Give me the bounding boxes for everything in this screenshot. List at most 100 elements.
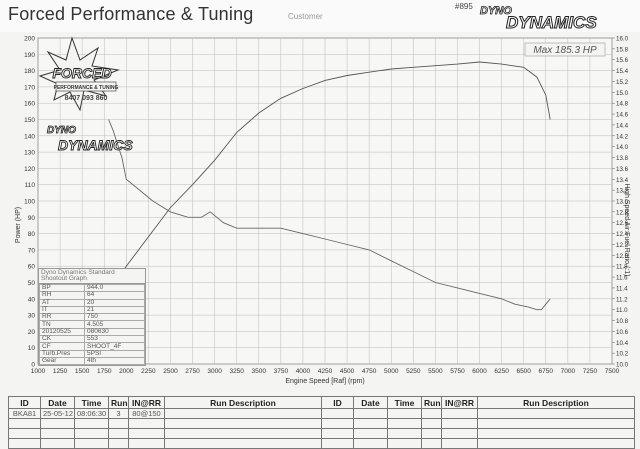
table-cell bbox=[421, 418, 442, 429]
table-cell: 08:06:30 bbox=[74, 408, 109, 419]
table-cell bbox=[353, 438, 388, 449]
report-ref: #895 bbox=[455, 2, 473, 11]
table-cell bbox=[74, 438, 109, 449]
info-row: RR 750 bbox=[39, 313, 145, 322]
table-cell bbox=[321, 408, 354, 419]
table-cell bbox=[108, 428, 129, 439]
table-cell bbox=[421, 408, 442, 419]
x-tick-label: 6750 bbox=[539, 368, 554, 375]
table-cell bbox=[353, 418, 388, 429]
x-tick-label: 1500 bbox=[75, 368, 90, 375]
table-cell bbox=[8, 438, 41, 449]
info-row: RH 64 bbox=[39, 291, 145, 300]
x-tick-label: 4750 bbox=[362, 368, 377, 375]
table-cell bbox=[108, 418, 129, 429]
table-row bbox=[8, 418, 635, 429]
y2-tick-label: 15.8 bbox=[616, 46, 629, 53]
table-cell bbox=[353, 408, 388, 419]
y2-tick-label: 10.2 bbox=[616, 351, 629, 358]
max-power-badge: Max 185.3 HP bbox=[524, 42, 606, 57]
column-header: ID bbox=[321, 396, 354, 409]
y-tick-label: 20 bbox=[28, 329, 36, 336]
table-cell bbox=[477, 428, 635, 439]
column-header: Run bbox=[108, 396, 129, 409]
y2-tick-label: 10.6 bbox=[616, 329, 629, 336]
report-title: Forced Performance & Tuning bbox=[8, 4, 254, 24]
y2-tick-label: 14.0 bbox=[616, 144, 629, 151]
table-cell bbox=[74, 428, 109, 439]
max-power-label: Max 185.3 HP bbox=[533, 45, 597, 56]
column-header: ID bbox=[8, 396, 41, 409]
y-tick-label: 90 bbox=[28, 215, 36, 222]
y2-tick-label: 11.2 bbox=[616, 296, 628, 303]
table-cell bbox=[164, 408, 322, 419]
y2-axis-label: High Speed Air:Fuel Ratio (:1) bbox=[623, 184, 630, 277]
column-header: Time bbox=[74, 396, 109, 409]
table-cell bbox=[8, 428, 41, 439]
table-cell bbox=[477, 418, 635, 429]
x-tick-label: 3000 bbox=[207, 368, 222, 375]
x-tick-label: 5750 bbox=[450, 368, 465, 375]
y-tick-label: 190 bbox=[24, 52, 35, 59]
table-cell bbox=[477, 408, 635, 419]
table-cell bbox=[164, 428, 322, 439]
table-cell bbox=[164, 418, 322, 429]
y-tick-label: 70 bbox=[28, 247, 36, 254]
info-key: Gear bbox=[39, 356, 85, 366]
table-cell bbox=[387, 418, 422, 429]
y2-tick-label: 15.4 bbox=[616, 68, 629, 75]
y-tick-label: 160 bbox=[24, 101, 35, 108]
x-tick-label: 3750 bbox=[274, 368, 289, 375]
table-cell bbox=[40, 438, 75, 449]
y2-tick-label: 15.6 bbox=[616, 57, 629, 64]
info-key: CK bbox=[39, 335, 85, 344]
table-row bbox=[8, 428, 635, 439]
x-tick-label: 6000 bbox=[472, 368, 487, 375]
forced-logo-text: FORCED bbox=[52, 65, 111, 81]
x-tick-label: 5500 bbox=[428, 368, 443, 375]
x-tick-label: 2500 bbox=[163, 368, 178, 375]
x-tick-label: 2750 bbox=[185, 368, 200, 375]
table-cell bbox=[441, 418, 478, 429]
y-tick-label: 180 bbox=[24, 68, 35, 75]
table-cell bbox=[74, 418, 109, 429]
y-tick-label: 140 bbox=[24, 133, 35, 140]
x-tick-label: 7500 bbox=[605, 368, 620, 375]
info-value: 750 bbox=[84, 313, 145, 322]
y2-tick-label: 13.8 bbox=[616, 155, 629, 162]
x-tick-label: 4250 bbox=[318, 368, 333, 375]
y2-tick-label: 14.4 bbox=[616, 122, 629, 129]
x-tick-label: 4000 bbox=[296, 368, 311, 375]
column-header: Time bbox=[387, 396, 422, 409]
table-cell bbox=[387, 428, 422, 439]
y-tick-label: 130 bbox=[24, 150, 35, 157]
table-cell bbox=[321, 428, 354, 439]
x-tick-label: 2250 bbox=[141, 368, 156, 375]
y-tick-label: 150 bbox=[24, 117, 35, 124]
y-tick-label: 200 bbox=[24, 36, 35, 43]
table-cell bbox=[164, 438, 322, 449]
y2-tick-label: 14.8 bbox=[616, 101, 629, 108]
run-table-wrapper: ID Date Time Run IN@RR Run Description ID Date T… bbox=[8, 396, 635, 449]
x-tick-label: 1750 bbox=[97, 368, 112, 375]
table-cell bbox=[477, 438, 635, 449]
y-axis-ticks: 0102030405060708090100110120130140150160… bbox=[24, 36, 35, 369]
report-header: Forced Performance & Tuning Customer #89… bbox=[0, 0, 640, 32]
run-table-header: ID Date Time Run IN@RR Run Description ID Date T… bbox=[8, 396, 635, 409]
y2-tick-label: 10.4 bbox=[616, 340, 629, 347]
table-cell: 3 bbox=[108, 408, 129, 419]
y-tick-label: 80 bbox=[28, 231, 36, 238]
y-tick-label: 10 bbox=[28, 345, 36, 352]
table-cell bbox=[441, 428, 478, 439]
y2-tick-label: 13.6 bbox=[616, 166, 629, 173]
x-tick-label: 6250 bbox=[494, 368, 509, 375]
y-axis-label: Power (HP) bbox=[15, 207, 22, 243]
table-row: BKA81 25-05-12 08:06:30 3 80@150 bbox=[8, 408, 635, 419]
info-key: RH bbox=[39, 291, 85, 300]
x-tick-label: 1000 bbox=[31, 368, 46, 375]
x-tick-label: 7250 bbox=[583, 368, 598, 375]
table-cell bbox=[421, 438, 442, 449]
table-cell bbox=[441, 408, 478, 419]
y2-tick-label: 11.4 bbox=[616, 285, 628, 292]
y2-tick-label: 16.0 bbox=[616, 36, 629, 43]
